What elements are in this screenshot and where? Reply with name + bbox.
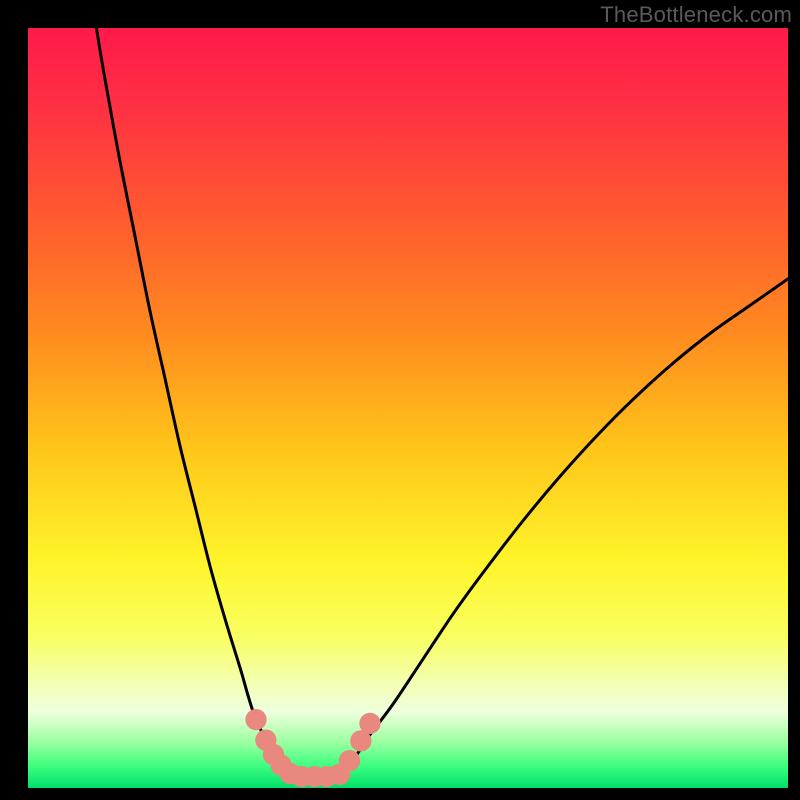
watermark-text: TheBottleneck.com bbox=[600, 2, 792, 28]
plot-area bbox=[28, 28, 788, 788]
gradient-bg bbox=[28, 28, 788, 788]
data-marker bbox=[245, 709, 266, 730]
plot-frame bbox=[28, 28, 788, 788]
data-marker bbox=[359, 713, 380, 734]
data-marker bbox=[339, 750, 360, 771]
